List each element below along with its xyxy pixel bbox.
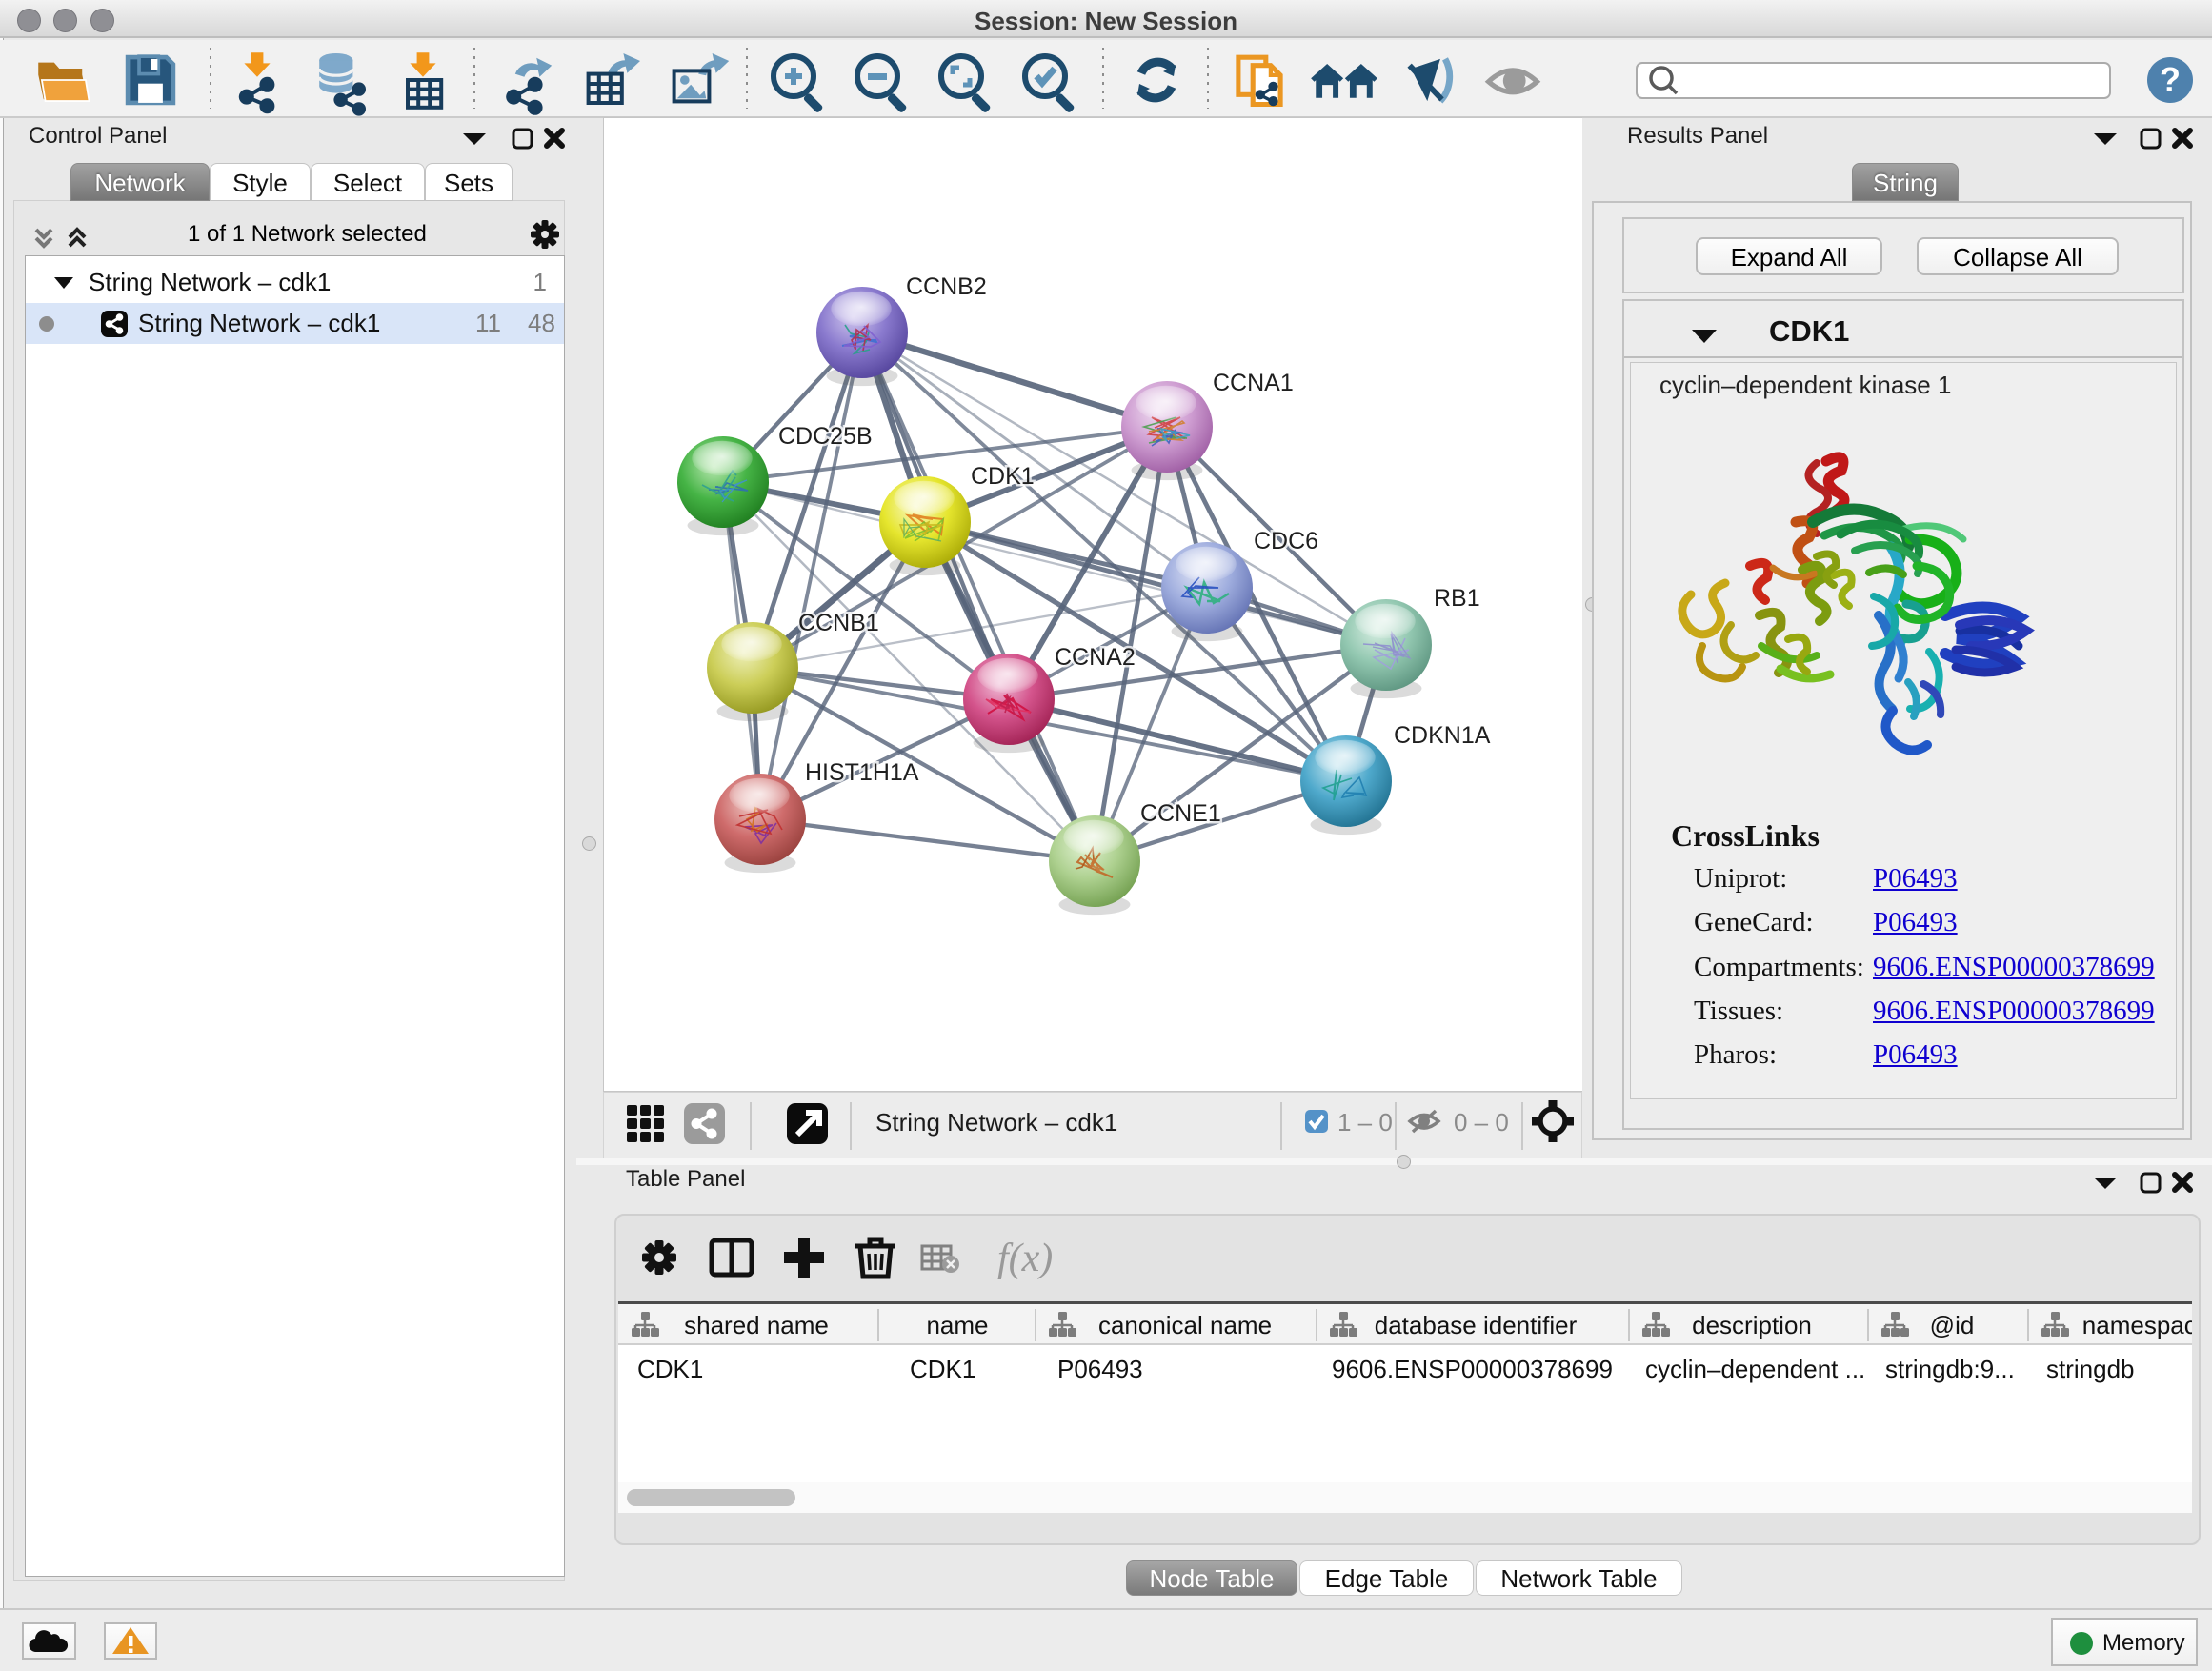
- svg-text:CDK1: CDK1: [971, 463, 1035, 490]
- svg-text:name: name: [926, 1311, 988, 1339]
- svg-text:description: description: [1692, 1311, 1812, 1339]
- svg-text:CDC25B: CDC25B: [778, 423, 873, 450]
- svg-text:CCNB1: CCNB1: [798, 610, 879, 636]
- svg-text:CDC6: CDC6: [1254, 528, 1318, 554]
- svg-text:f(x): f(x): [997, 1237, 1053, 1280]
- svg-text:CCNA2: CCNA2: [1055, 644, 1136, 671]
- svg-text:RB1: RB1: [1434, 585, 1480, 612]
- svg-text:?: ?: [2160, 60, 2181, 99]
- svg-text:CCNE1: CCNE1: [1140, 800, 1221, 827]
- svg-text:shared name: shared name: [684, 1311, 829, 1339]
- svg-text:HIST1H1A: HIST1H1A: [805, 759, 919, 786]
- svg-text:database identifier: database identifier: [1375, 1311, 1578, 1339]
- svg-text:namespace: namespace: [2082, 1311, 2192, 1339]
- svg-text:CDKN1A: CDKN1A: [1394, 722, 1491, 749]
- svg-text:CCNA1: CCNA1: [1213, 370, 1294, 396]
- svg-text:CCNB2: CCNB2: [906, 273, 987, 300]
- svg-text:canonical name: canonical name: [1098, 1311, 1272, 1339]
- svg-text:@id: @id: [1930, 1311, 1975, 1339]
